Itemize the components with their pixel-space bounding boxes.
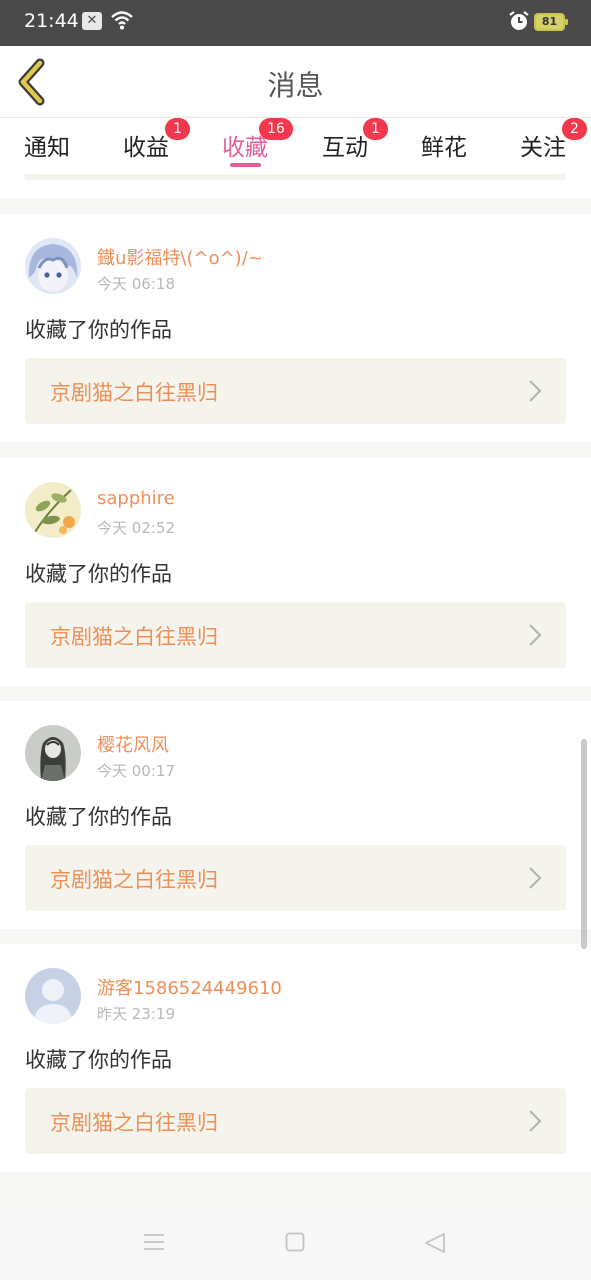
tab-label: 收藏	[222, 135, 268, 161]
menu-icon	[144, 1234, 164, 1250]
username[interactable]: sapphire	[97, 488, 175, 509]
botanical-avatar-icon	[25, 482, 81, 538]
timestamp: 今天 02:52	[97, 519, 175, 537]
action-text: 收藏了你的作品	[25, 805, 172, 829]
work-title: 京剧猫之白往黑归	[50, 625, 218, 649]
action-text: 收藏了你的作品	[25, 562, 172, 586]
avatar[interactable]	[25, 238, 81, 294]
username[interactable]: 樱花风风	[97, 731, 169, 757]
avatar[interactable]	[25, 482, 81, 538]
notification-icon: ✕	[82, 12, 102, 30]
chevron-right-icon	[529, 1110, 542, 1132]
unread-badge: 1	[363, 118, 388, 140]
timestamp: 今天 00:17	[97, 762, 175, 780]
tab-label: 通知	[24, 135, 70, 161]
work-link[interactable]: 京剧猫之白往黑归	[25, 845, 566, 911]
work-link[interactable]: 京剧猫之白往黑归	[25, 602, 566, 668]
tab-favorites[interactable]: 收藏 16	[222, 118, 293, 162]
timestamp: 昨天 23:19	[97, 1005, 175, 1023]
tab-interactions[interactable]: 互动 1	[322, 118, 388, 162]
tab-follows[interactable]: 关注 2	[520, 118, 587, 162]
header: 消息	[0, 46, 591, 118]
active-tab-indicator	[230, 163, 261, 167]
tab-bar: 通知 收益 1 收藏 16 互动 1 鲜花 关注 2	[0, 118, 591, 178]
avatar[interactable]	[25, 725, 81, 781]
battery-icon: 81	[534, 13, 568, 31]
tab-label: 鲜花	[421, 135, 467, 161]
action-text: 收藏了你的作品	[25, 318, 172, 342]
tab-label: 收益	[123, 135, 169, 161]
timestamp: 今天 06:18	[97, 275, 175, 293]
scrollbar[interactable]	[581, 739, 587, 949]
sketch-avatar-icon	[25, 725, 81, 781]
wifi-icon	[110, 10, 134, 34]
message-card: 游客1586524449610 昨天 23:19 收藏了你的作品 京剧猫之白往黑…	[0, 944, 591, 1172]
tab-label: 互动	[322, 135, 368, 161]
system-nav-bar	[0, 1208, 591, 1280]
avatar[interactable]	[25, 968, 81, 1024]
work-link[interactable]: 京剧猫之白往黑归	[25, 1088, 566, 1154]
back-nav-button[interactable]	[424, 1232, 446, 1258]
tab-label: 关注	[520, 135, 566, 161]
chevron-right-icon	[529, 867, 542, 889]
tab-notifications[interactable]: 通知	[24, 128, 70, 162]
home-button[interactable]	[285, 1232, 305, 1256]
work-title: 京剧猫之白往黑归	[50, 381, 218, 405]
tab-earnings[interactable]: 收益 1	[123, 118, 190, 162]
action-text: 收藏了你的作品	[25, 1048, 172, 1072]
username[interactable]: 鐡u影福特\(^o^)/~	[97, 244, 263, 270]
message-card: sapphire 今天 02:52 收藏了你的作品 京剧猫之白往黑归	[0, 458, 591, 686]
work-title: 京剧猫之白往黑归	[50, 1111, 218, 1135]
previous-card-edge	[0, 174, 591, 198]
work-link[interactable]: 京剧猫之白往黑归	[25, 358, 566, 424]
unread-badge: 16	[259, 118, 293, 140]
message-card: 鐡u影福特\(^o^)/~ 今天 06:18 收藏了你的作品 京剧猫之白往黑归	[0, 214, 591, 442]
work-title: 京剧猫之白往黑归	[50, 868, 218, 892]
back-triangle-icon	[425, 1233, 445, 1253]
default-user-icon	[25, 968, 81, 1024]
chevron-right-icon	[529, 624, 542, 646]
unread-badge: 1	[165, 118, 190, 140]
alarm-icon	[508, 10, 530, 36]
home-icon	[285, 1232, 305, 1252]
message-card: 樱花风风 今天 00:17 收藏了你的作品 京剧猫之白往黑归	[0, 701, 591, 929]
menu-button[interactable]	[143, 1232, 165, 1256]
anime-avatar-icon	[25, 238, 81, 294]
status-time: 21:44	[24, 10, 79, 32]
status-bar: 21:44 ✕ 81	[0, 0, 591, 46]
page-title: 消息	[267, 69, 324, 102]
chevron-right-icon	[529, 380, 542, 402]
username[interactable]: 游客1586524449610	[97, 974, 282, 1000]
tab-flowers[interactable]: 鲜花	[421, 128, 467, 162]
unread-badge: 2	[562, 118, 587, 140]
